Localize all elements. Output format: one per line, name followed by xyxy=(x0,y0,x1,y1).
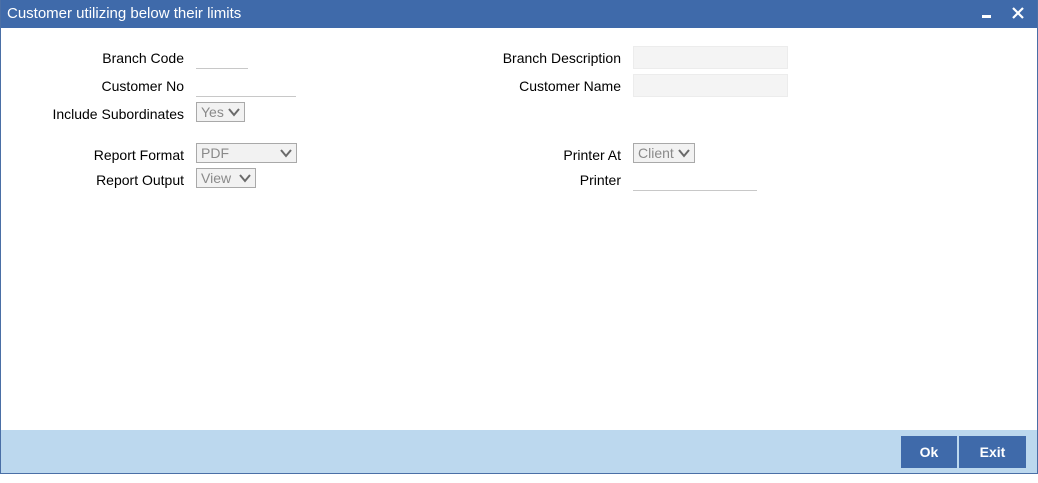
report-output-select[interactable]: View xyxy=(196,168,256,188)
report-output-value: View xyxy=(201,170,232,186)
dialog-footer: Ok Exit xyxy=(1,430,1037,473)
include-subordinates-label: Include Subordinates xyxy=(52,106,184,122)
report-dialog: Customer utilizing below their limits Br… xyxy=(0,0,1038,474)
window-title: Customer utilizing below their limits xyxy=(7,5,242,22)
chevron-down-icon xyxy=(678,149,690,158)
chevron-down-icon xyxy=(280,149,292,158)
branch-code-label: Branch Code xyxy=(102,50,184,66)
customer-no-input[interactable] xyxy=(196,76,296,97)
close-icon xyxy=(1012,7,1024,19)
include-subordinates-select[interactable]: Yes xyxy=(196,102,245,122)
report-output-label: Report Output xyxy=(96,172,184,188)
chevron-down-icon xyxy=(228,108,240,117)
printer-at-label: Printer At xyxy=(563,147,621,163)
customer-no-label: Customer No xyxy=(101,78,184,94)
include-subordinates-value: Yes xyxy=(201,104,224,120)
report-format-select[interactable]: PDF xyxy=(196,143,297,163)
exit-button[interactable]: Exit xyxy=(959,436,1026,468)
branch-code-input[interactable] xyxy=(196,48,248,69)
customer-name-label: Customer Name xyxy=(519,78,621,94)
printer-input[interactable] xyxy=(633,170,757,191)
minimize-button[interactable] xyxy=(977,2,997,24)
minimize-icon xyxy=(982,15,991,18)
printer-at-value: Client xyxy=(638,145,674,161)
branch-description-field xyxy=(633,46,788,69)
report-format-label: Report Format xyxy=(93,147,184,163)
customer-name-field xyxy=(633,74,788,97)
close-button[interactable] xyxy=(1008,2,1028,24)
printer-at-select[interactable]: Client xyxy=(633,143,695,163)
branch-description-label: Branch Description xyxy=(502,50,621,66)
ok-button[interactable]: Ok xyxy=(901,436,957,468)
chevron-down-icon xyxy=(239,174,251,183)
report-format-value: PDF xyxy=(201,145,229,161)
printer-label: Printer xyxy=(579,172,621,188)
title-bar[interactable]: Customer utilizing below their limits xyxy=(1,0,1037,28)
